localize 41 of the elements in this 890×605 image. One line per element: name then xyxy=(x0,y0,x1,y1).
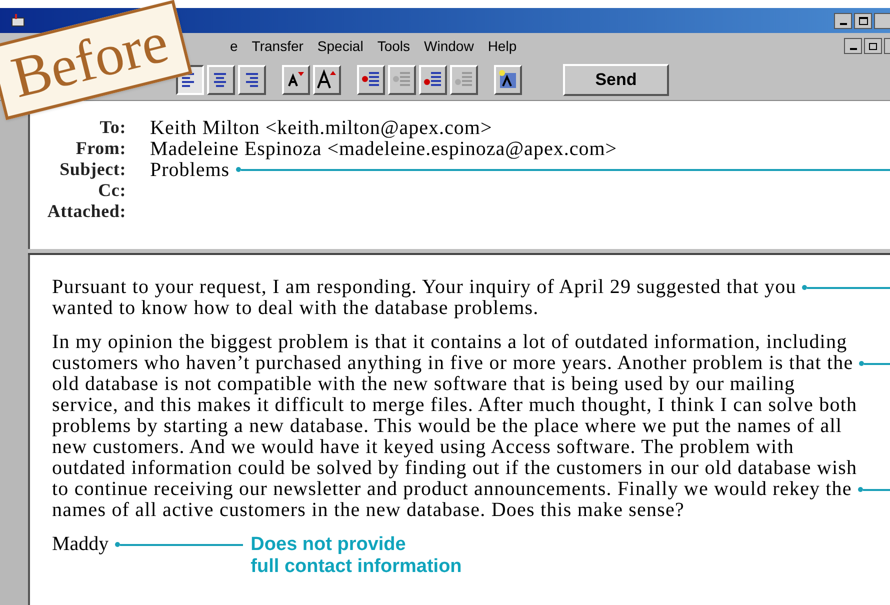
restore-button[interactable] xyxy=(864,38,882,54)
align-center-button[interactable] xyxy=(207,64,235,94)
letter-large-icon xyxy=(316,68,338,90)
body-text-line: new customers. And we would have it keyed using Access software. The problem with xyxy=(52,437,794,458)
menu-item[interactable]: Help xyxy=(488,36,517,56)
picture-icon xyxy=(497,68,519,90)
bullet-list-button[interactable] xyxy=(388,64,416,94)
letter-large-button[interactable] xyxy=(313,64,341,94)
body-text-line: Pursuant to your request, I am responding. Your inquiry of April 29 suggested that you xyxy=(52,277,796,298)
body-text-line: to continue receiving our newsletter and product announcements. Finally we would rekey the xyxy=(52,479,852,500)
bullet-list-button[interactable] xyxy=(357,64,385,94)
body-text-line: problems by starting a new database. This would be the place where we put the names of all xyxy=(52,416,842,437)
signature: Maddy xyxy=(52,534,109,555)
menu-item[interactable]: Transfer xyxy=(252,36,304,56)
menu-item[interactable]: Window xyxy=(424,36,474,56)
callout-text: Does not provide full contact information xyxy=(250,534,462,578)
body-text-line: customers who haven’t purchased anything in five or more years. Another problem is that the xyxy=(52,353,854,374)
body-text-line: In my opinion the biggest problem is that it contains a lot of outdated information, including xyxy=(52,332,848,353)
body-text-line: names of all active customers in the new database. Does this make sense? xyxy=(52,500,684,521)
field-label: Cc: xyxy=(97,179,126,202)
field-label: Subject: xyxy=(58,158,126,181)
bullet-list-button[interactable] xyxy=(450,64,478,94)
body-text-line: service, and this makes it difficult to merge files. After much thought, I think I can solve both xyxy=(52,395,858,416)
letter-small-button[interactable] xyxy=(282,64,310,94)
menu-item[interactable]: Special xyxy=(317,36,364,56)
menu-item[interactable]: Tools xyxy=(377,36,410,56)
picture-button[interactable] xyxy=(494,64,522,94)
field-label: From: xyxy=(74,137,126,160)
align-right-button[interactable] xyxy=(238,64,266,94)
mailbox-icon xyxy=(10,12,26,28)
minimize-button[interactable] xyxy=(844,38,862,54)
minimize-button[interactable] xyxy=(834,12,852,28)
menu-item[interactable]: e xyxy=(230,36,238,56)
send-button[interactable]: Send xyxy=(563,64,669,96)
bullet-list-button[interactable] xyxy=(419,64,447,94)
close-button[interactable] xyxy=(874,12,890,28)
field-label: Attached: xyxy=(46,200,126,223)
maximize-button[interactable] xyxy=(854,12,872,28)
body-text-line: wanted to know how to deal with the database problems. xyxy=(52,298,539,319)
body-text-line: old database is not compatible with the new software that is being used by our mailing xyxy=(52,374,796,395)
body-text-line: outdated information could be solved by finding out if the customers in our old database wish xyxy=(52,458,858,479)
